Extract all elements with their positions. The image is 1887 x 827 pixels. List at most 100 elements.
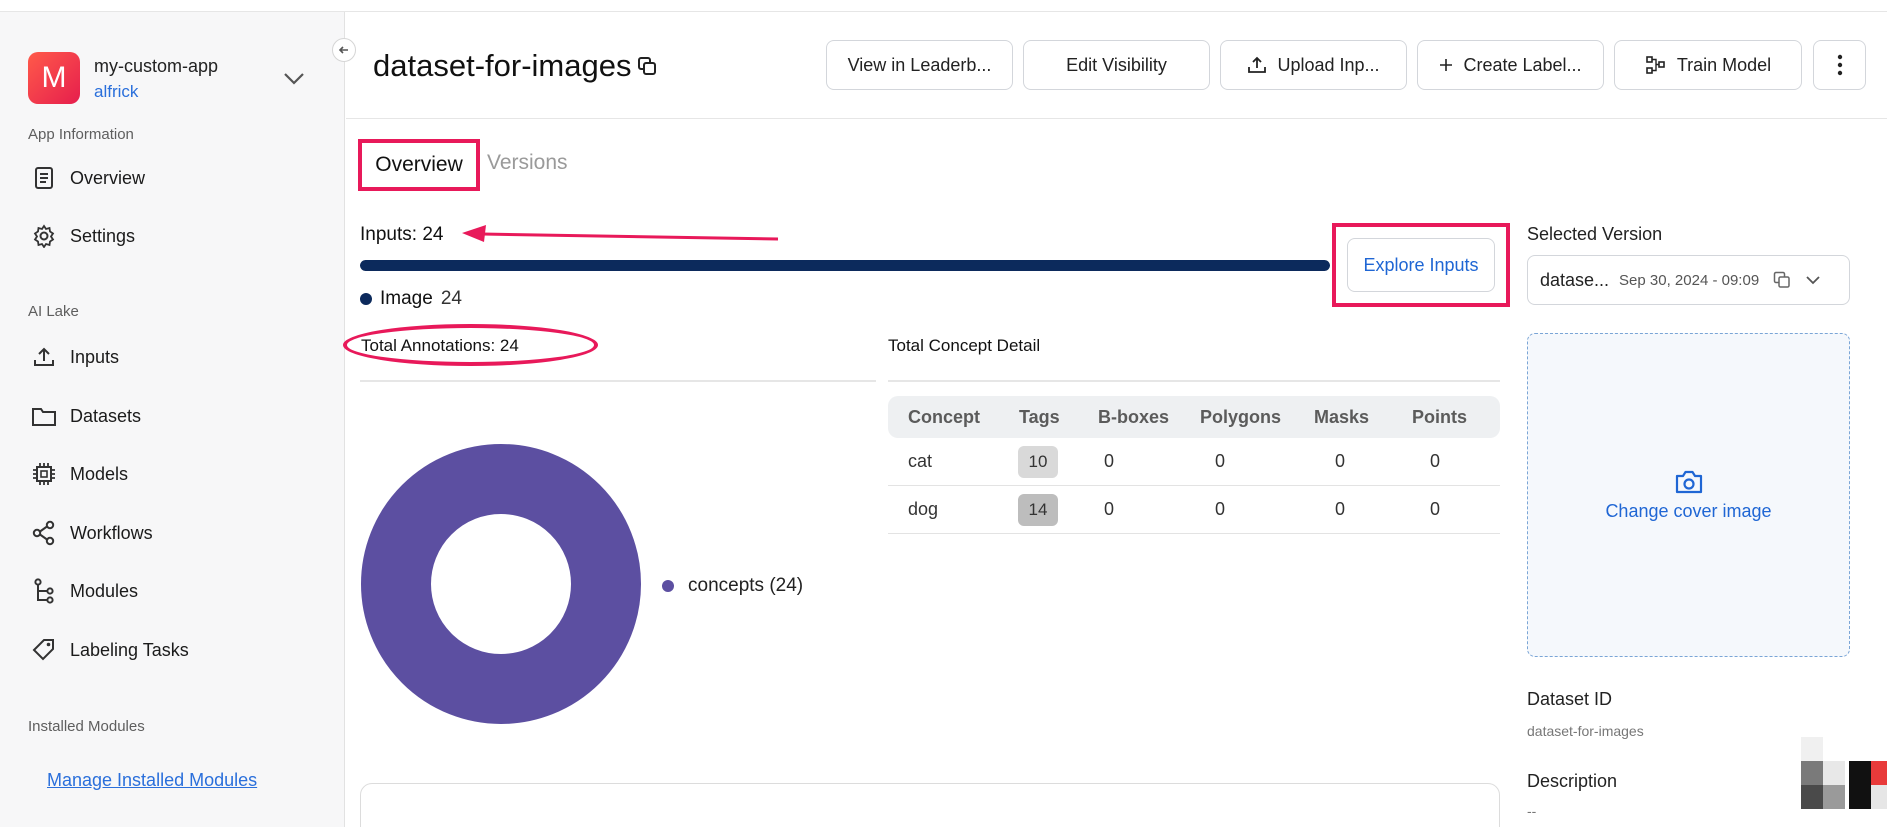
- page-title: dataset-for-images: [373, 48, 657, 84]
- selected-version-label: Selected Version: [1527, 224, 1663, 244]
- inputs-progress-bar: [360, 260, 1330, 271]
- train-model-button[interactable]: Train Model: [1614, 40, 1802, 90]
- bboxes-cell: 0: [1104, 451, 1115, 471]
- sidebar-item-inputs[interactable]: Inputs: [30, 342, 119, 372]
- sidebar-item-label: Workflows: [70, 522, 153, 543]
- sidebar-item-overview[interactable]: Overview: [30, 163, 145, 193]
- explore-inputs-button[interactable]: Explore Inputs: [1347, 238, 1495, 292]
- donut-slice-concepts: [361, 444, 641, 724]
- sidebar-item-models[interactable]: Models: [30, 459, 128, 489]
- dataset-id-label: Dataset ID: [1527, 689, 1613, 709]
- explore-inputs-highlight: Explore Inputs: [1332, 223, 1510, 307]
- sidebar-item-label: Datasets: [70, 405, 142, 426]
- plus-icon: [1440, 59, 1453, 71]
- gear-icon: [30, 222, 58, 250]
- sidebar-item-label: Settings: [70, 225, 136, 246]
- app-logo: M: [28, 52, 80, 104]
- chevron-down-icon[interactable]: [1805, 275, 1821, 285]
- bottom-card: [360, 783, 1500, 827]
- legend-label: Image: [380, 288, 433, 309]
- section-ai-lake: AI Lake: [28, 303, 79, 320]
- points-cell: 0: [1430, 451, 1441, 471]
- button-label: Edit Visibility: [1066, 54, 1167, 75]
- app-switcher[interactable]: M my-custom-app alfrick: [28, 52, 318, 112]
- sidebar-item-label: Overview: [70, 167, 146, 188]
- sidebar-item-workflows[interactable]: Workflows: [30, 518, 153, 548]
- sidebar-item-settings[interactable]: Settings: [30, 221, 135, 251]
- app-name: my-custom-app: [94, 56, 219, 76]
- tag-icon: [30, 636, 58, 664]
- concept-detail-title: Total Concept Detail: [888, 336, 1041, 355]
- column-header: Concept: [908, 406, 980, 427]
- total-annotations-title: Total Annotations: 24: [361, 336, 519, 355]
- inputs-count-title: Inputs: 24: [360, 224, 444, 245]
- tags-count-badge: 14: [1018, 493, 1058, 526]
- upload-icon: [1248, 56, 1267, 73]
- tab-versions[interactable]: Versions: [487, 151, 568, 175]
- annotations-divider: [360, 380, 876, 382]
- section-installed-modules: Installed Modules: [28, 718, 145, 735]
- kebab-menu-icon: [1837, 54, 1842, 76]
- app-user-link[interactable]: alfrick: [94, 82, 138, 102]
- document-icon: [30, 164, 58, 192]
- button-label: Create Label...: [1463, 54, 1582, 75]
- dataset-title: dataset-for-images: [373, 48, 632, 83]
- arrow-left-icon: [338, 46, 348, 54]
- tags-count-badge: 10: [1018, 445, 1058, 478]
- description-value: --: [1527, 803, 1537, 819]
- column-header: Tags: [1019, 406, 1060, 427]
- column-header: Polygons: [1200, 406, 1282, 427]
- sidebar-item-labeling-tasks[interactable]: Labeling Tasks: [30, 635, 189, 665]
- sidebar-item-label: Inputs: [70, 346, 120, 367]
- view-in-leaderboard-button[interactable]: View in Leaderb...: [826, 40, 1013, 90]
- concept-cell: cat: [908, 451, 933, 471]
- bboxes-cell: 0: [1104, 499, 1115, 519]
- legend-count: 24: [440, 288, 462, 309]
- upload-inputs-button[interactable]: Upload Inp...: [1220, 40, 1407, 90]
- folder-icon: [30, 402, 58, 430]
- tab-overview[interactable]: Overview: [358, 139, 480, 191]
- copy-icon[interactable]: [1773, 271, 1791, 289]
- polygons-cell: 0: [1215, 499, 1226, 519]
- table-row: cat 10 0 0 0 0: [888, 438, 1500, 486]
- sidebar-item-modules[interactable]: Modules: [30, 576, 138, 606]
- legend-dot: [662, 580, 674, 592]
- table-row: dog 14 0 0 0 0: [888, 486, 1500, 534]
- button-label: View in Leaderb...: [847, 54, 992, 75]
- description-label: Description: [1527, 771, 1618, 791]
- copy-icon[interactable]: [637, 48, 657, 84]
- version-select[interactable]: datase... Sep 30, 2024 - 09:09: [1527, 255, 1850, 305]
- concept-divider: [888, 380, 1500, 382]
- manage-installed-modules-link[interactable]: Manage Installed Modules: [47, 770, 257, 791]
- version-date: Sep 30, 2024 - 09:09: [1619, 271, 1760, 289]
- annotations-donut-chart: [361, 444, 641, 724]
- edit-visibility-button[interactable]: Edit Visibility: [1023, 40, 1210, 90]
- donut-legend: concepts (24): [662, 575, 803, 597]
- change-cover-image-label: Change cover image: [1605, 500, 1772, 521]
- upload-icon: [30, 343, 58, 371]
- column-header: Masks: [1314, 406, 1370, 427]
- concept-cell: dog: [908, 499, 939, 519]
- legend-dot: [360, 293, 372, 305]
- change-cover-image-area[interactable]: Change cover image: [1527, 333, 1850, 657]
- masks-cell: 0: [1335, 499, 1346, 519]
- floating-widget[interactable]: [1801, 737, 1887, 827]
- share-nodes-icon: [30, 519, 58, 547]
- masks-cell: 0: [1335, 451, 1346, 471]
- sidebar-item-label: Modules: [70, 580, 139, 601]
- section-app-information: App Information: [28, 126, 134, 143]
- version-name: datase...: [1540, 269, 1610, 290]
- collapse-sidebar-button[interactable]: [332, 38, 356, 62]
- train-model-icon: [1646, 56, 1665, 74]
- progress-fill: [360, 260, 1330, 271]
- tree-branch-icon: [30, 577, 58, 605]
- points-cell: 0: [1430, 499, 1441, 519]
- sidebar-item-datasets[interactable]: Datasets: [30, 401, 141, 431]
- create-labels-button[interactable]: Create Label...: [1417, 40, 1604, 90]
- more-options-button[interactable]: [1813, 40, 1866, 90]
- header-divider: [346, 118, 1887, 119]
- camera-icon: [1675, 470, 1702, 493]
- chevron-down-icon[interactable]: [283, 72, 305, 91]
- inputs-legend: Image 24: [360, 288, 462, 310]
- sidebar: M my-custom-app alfrick App Information …: [0, 12, 345, 827]
